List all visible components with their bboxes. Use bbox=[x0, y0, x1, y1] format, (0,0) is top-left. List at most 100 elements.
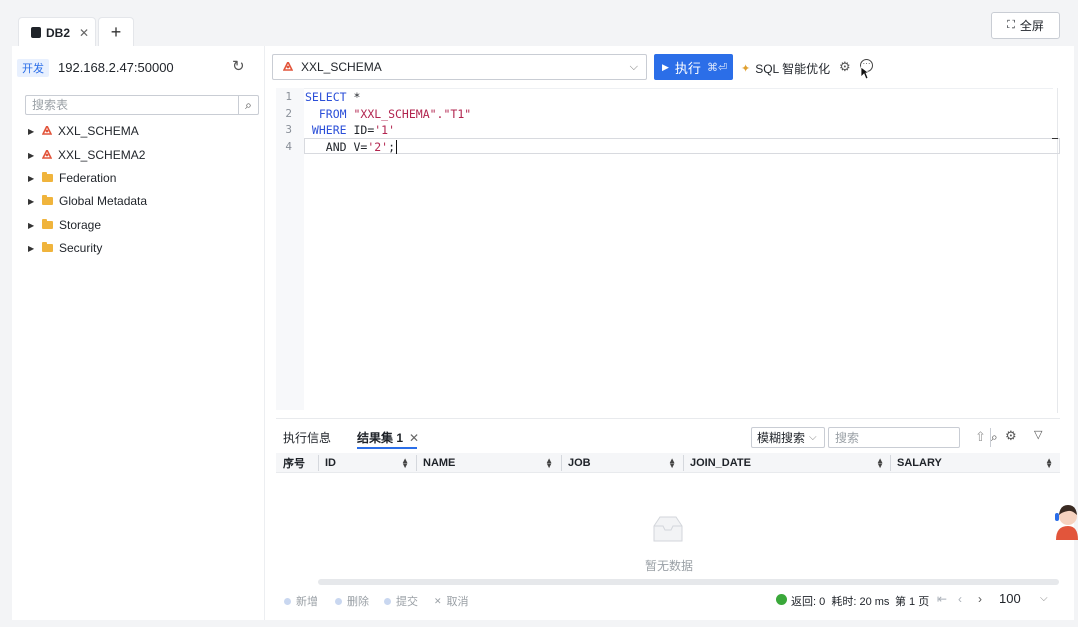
filter-icon[interactable]: ▽ bbox=[1034, 428, 1042, 441]
line-number: 3 bbox=[285, 123, 292, 136]
caret-right-icon[interactable]: ▶ bbox=[28, 244, 36, 253]
result-search-input[interactable] bbox=[829, 428, 990, 447]
tab-exec-info[interactable]: 执行信息 bbox=[283, 429, 331, 446]
tab-db2[interactable]: DB2 ✕ bbox=[18, 17, 96, 47]
submit-icon bbox=[384, 597, 391, 605]
run-button[interactable]: ▶ 执行 ⌘⏎ bbox=[654, 54, 733, 80]
search-icon[interactable]: ⌕ bbox=[990, 428, 998, 447]
settings-gear-icon[interactable]: ⚙ bbox=[839, 59, 851, 75]
page-size-select[interactable]: 100 bbox=[999, 591, 1021, 606]
tree-item-storage[interactable]: ▶ Storage bbox=[28, 216, 101, 234]
caret-right-icon[interactable]: ▶ bbox=[28, 221, 36, 230]
page-indicator: 第 1 页 bbox=[895, 596, 930, 608]
column-resize-handle[interactable] bbox=[416, 455, 417, 471]
add-icon bbox=[284, 597, 291, 605]
first-page-icon[interactable]: ⇤ bbox=[937, 592, 947, 606]
assistant-avatar-icon[interactable] bbox=[1052, 502, 1078, 540]
tree-item-label: XXL_SCHEMA2 bbox=[58, 148, 146, 162]
run-shortcut: ⌘⏎ bbox=[706, 61, 728, 74]
column-header-job[interactable]: JOB ▲ ▼ bbox=[568, 453, 682, 473]
tab-resultset[interactable]: 结果集 1 ✕ bbox=[357, 429, 419, 446]
sort-icon[interactable]: ▲ ▼ bbox=[668, 457, 676, 470]
export-icon[interactable]: ⇧ bbox=[975, 429, 986, 445]
tree-item-federation[interactable]: ▶ Federation bbox=[28, 169, 116, 187]
schema-icon bbox=[42, 150, 52, 159]
tab-bar bbox=[0, 0, 1078, 46]
footer-action-label: 提交 bbox=[396, 596, 418, 608]
active-tab-indicator bbox=[357, 447, 417, 449]
column-header-label: JOB bbox=[568, 457, 591, 469]
column-resize-handle[interactable] bbox=[890, 455, 891, 471]
column-resize-handle[interactable] bbox=[683, 455, 684, 471]
env-badge: 开发 bbox=[17, 59, 49, 77]
code-token: "XXL_SCHEMA"."T1" bbox=[353, 107, 472, 121]
fuzzy-search-label: 模糊搜索 bbox=[757, 431, 806, 445]
code-line: AND V='2'; bbox=[305, 140, 398, 154]
text-cursor bbox=[396, 140, 398, 154]
empty-state-text: 暂无数据 bbox=[645, 559, 694, 573]
code-line: WHERE ID='1' bbox=[305, 123, 395, 137]
tree-item-schema[interactable]: ▶ XXL_SCHEMA bbox=[28, 122, 139, 140]
tree-item-security[interactable]: ▶ Security bbox=[28, 239, 102, 257]
tree-item-global-metadata[interactable]: ▶ Global Metadata bbox=[28, 192, 147, 210]
column-header-id[interactable]: ID ▲ ▼ bbox=[325, 453, 415, 473]
code-token: * bbox=[346, 90, 361, 104]
sort-icon[interactable]: ▲ ▼ bbox=[401, 457, 409, 470]
chevron-down-icon[interactable]: ⌵ bbox=[1040, 593, 1048, 604]
settings-gear-icon[interactable]: ⚙ bbox=[1005, 428, 1017, 444]
prev-page-icon[interactable]: ‹ bbox=[958, 592, 962, 606]
panel-divider[interactable] bbox=[264, 46, 265, 620]
column-resize-handle[interactable] bbox=[318, 455, 319, 471]
next-page-icon[interactable]: › bbox=[978, 592, 982, 606]
search-icon[interactable]: ⌕ bbox=[238, 96, 258, 114]
horizontal-scrollbar[interactable] bbox=[318, 579, 1059, 585]
close-icon[interactable]: ✕ bbox=[409, 431, 419, 445]
column-header-name[interactable]: NAME ▲ ▼ bbox=[423, 453, 559, 473]
tab-label: DB2 bbox=[46, 25, 71, 40]
result-search: ⌕ bbox=[828, 427, 998, 448]
folder-icon bbox=[42, 195, 53, 205]
query-status: 返回: 0 耗时: 20 ms bbox=[791, 596, 890, 608]
column-resize-handle[interactable] bbox=[561, 455, 562, 471]
schema-select-value: XXL_SCHEMA bbox=[301, 60, 382, 74]
tree-search: ⌕ bbox=[25, 95, 259, 115]
caret-right-icon[interactable]: ▶ bbox=[28, 151, 36, 160]
add-tab-button[interactable]: + bbox=[98, 17, 134, 47]
add-row-button[interactable]: 新增 bbox=[284, 593, 318, 609]
code-token: FROM bbox=[305, 107, 354, 121]
sort-icon[interactable]: ▲ ▼ bbox=[545, 457, 553, 470]
caret-right-icon[interactable]: ▶ bbox=[28, 197, 36, 206]
delete-row-button[interactable]: 删除 bbox=[335, 593, 369, 609]
editor-scroll-marker bbox=[1052, 138, 1058, 139]
column-header-join-date[interactable]: JOIN_DATE ▲ ▼ bbox=[690, 453, 890, 473]
schema-select[interactable]: XXL_SCHEMA ⌵ bbox=[272, 54, 647, 80]
editor-scrollbar[interactable] bbox=[1057, 88, 1058, 413]
play-icon: ▶ bbox=[662, 61, 669, 72]
success-icon bbox=[776, 594, 787, 605]
footer-action-label: 新增 bbox=[296, 596, 318, 608]
line-number: 1 bbox=[285, 90, 292, 103]
close-icon[interactable]: ✕ bbox=[79, 26, 89, 40]
ai-optimize-button[interactable]: ✦ SQL 智能优化 bbox=[741, 60, 830, 77]
refresh-icon[interactable]: ↻ bbox=[232, 59, 248, 75]
code-token: ; bbox=[388, 140, 396, 154]
line-number: 2 bbox=[285, 107, 292, 120]
fuzzy-search-select[interactable]: 模糊搜索 ⌵ bbox=[751, 427, 825, 448]
sort-icon[interactable]: ▲ ▼ bbox=[1045, 457, 1053, 470]
cancel-button[interactable]: ✕ 取消 bbox=[434, 593, 469, 609]
tree-search-input[interactable] bbox=[26, 96, 238, 114]
line-number: 4 bbox=[285, 140, 292, 153]
code-token: SELECT bbox=[305, 90, 347, 104]
tab-resultset-label: 结果集 1 bbox=[357, 431, 404, 445]
sort-icon[interactable]: ▲ ▼ bbox=[876, 457, 884, 470]
fullscreen-button[interactable]: ⛶ 全屏 bbox=[991, 12, 1060, 39]
schema-icon bbox=[283, 62, 293, 71]
caret-right-icon[interactable]: ▶ bbox=[28, 174, 36, 183]
caret-right-icon[interactable]: ▶ bbox=[28, 127, 36, 136]
column-header-salary[interactable]: SALARY ▲ ▼ bbox=[897, 453, 1059, 473]
folder-icon bbox=[42, 219, 53, 229]
footer-action-label: 取消 bbox=[446, 596, 469, 608]
chevron-down-icon: ⌵ bbox=[809, 432, 817, 443]
tree-item-schema2[interactable]: ▶ XXL_SCHEMA2 bbox=[28, 146, 145, 164]
submit-button[interactable]: 提交 bbox=[384, 593, 418, 609]
